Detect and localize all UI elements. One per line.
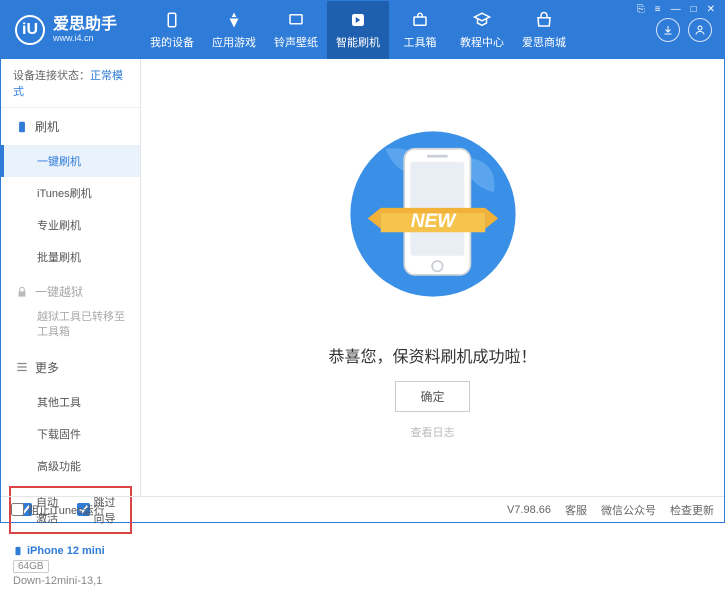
- titlebar: iU 爱思助手 www.i4.cn 我的设备 应用游戏 铃声壁纸 智能刷机 工具…: [1, 1, 724, 59]
- sidebar-item-batch[interactable]: 批量刷机: [1, 241, 140, 273]
- sidebar-item-advanced[interactable]: 高级功能: [1, 450, 140, 482]
- apps-icon: [224, 10, 244, 30]
- phone-icon: [15, 120, 29, 134]
- toolbox-icon: [410, 10, 430, 30]
- nav: 我的设备 应用游戏 铃声壁纸 智能刷机 工具箱 教程中心 爱思商城: [141, 1, 656, 59]
- sidebar-title: 一键越狱: [35, 283, 83, 300]
- nav-label: 我的设备: [150, 34, 194, 50]
- success-illustration: NEW: [333, 99, 533, 329]
- sidebar-title: 更多: [35, 359, 59, 376]
- new-banner-text: NEW: [410, 211, 457, 232]
- sidebar-item-other[interactable]: 其他工具: [1, 386, 140, 418]
- menu-icon[interactable]: ≡: [651, 2, 665, 17]
- tutorial-icon: [472, 10, 492, 30]
- user-button[interactable]: [688, 18, 712, 42]
- nav-toolbox[interactable]: 工具箱: [389, 1, 451, 59]
- maximize-icon[interactable]: □: [687, 2, 701, 17]
- nav-apps[interactable]: 应用游戏: [203, 1, 265, 59]
- nav-store[interactable]: 爱思商城: [513, 1, 575, 59]
- main: NEW 恭喜您，保资料刷机成功啦！ 确定 查看日志: [141, 59, 724, 496]
- minimize-icon[interactable]: —: [667, 2, 685, 17]
- nav-label: 铃声壁纸: [274, 34, 318, 50]
- status-label: 设备连接状态：: [13, 70, 90, 82]
- checkbox-label: 阻止iTunes运行: [28, 502, 105, 518]
- device-info[interactable]: iPhone 12 mini 64GB Down-12mini-13,1: [1, 538, 140, 593]
- version-label: V7.98.66: [507, 504, 551, 516]
- download-button[interactable]: [656, 18, 680, 42]
- store-icon: [534, 10, 554, 30]
- footer: 阻止iTunes运行 V7.98.66 客服 微信公众号 检查更新: [1, 496, 724, 522]
- update-link[interactable]: 检查更新: [670, 502, 714, 518]
- ok-button[interactable]: 确定: [395, 381, 469, 412]
- wechat-link[interactable]: 微信公众号: [601, 502, 656, 518]
- nav-label: 教程中心: [460, 34, 504, 50]
- nav-label: 应用游戏: [212, 34, 256, 50]
- device-firmware: Down-12mini-13,1: [13, 575, 128, 587]
- wallpaper-icon: [286, 10, 306, 30]
- block-itunes-checkbox[interactable]: 阻止iTunes运行: [11, 502, 105, 518]
- view-log-link[interactable]: 查看日志: [411, 424, 455, 440]
- logo: iU 爱思助手 www.i4.cn: [1, 15, 141, 45]
- sidebar-item-itunes[interactable]: iTunes刷机: [1, 177, 140, 209]
- nav-tutorials[interactable]: 教程中心: [451, 1, 513, 59]
- sidebar-item-firmware[interactable]: 下载固件: [1, 418, 140, 450]
- success-message: 恭喜您，保资料刷机成功啦！: [328, 343, 536, 367]
- connection-status: 设备连接状态：正常模式: [1, 59, 140, 108]
- logo-icon: iU: [15, 15, 45, 45]
- flash-icon: [348, 10, 368, 30]
- app-name: 爱思助手: [53, 17, 117, 33]
- sidebar-more-header[interactable]: 更多: [1, 349, 140, 386]
- nav-label: 爱思商城: [522, 34, 566, 50]
- device-capacity: 64GB: [13, 560, 49, 573]
- sidebar: 设备连接状态：正常模式 刷机 一键刷机 iTunes刷机 专业刷机 批量刷机 一…: [1, 59, 141, 496]
- app-url: www.i4.cn: [53, 33, 117, 43]
- sidebar-jailbreak-header: 一键越狱: [1, 273, 140, 310]
- sidebar-title: 刷机: [35, 118, 59, 135]
- phone-icon: [13, 544, 23, 558]
- device-name: iPhone 12 mini: [27, 545, 105, 557]
- sidebar-item-oneclick[interactable]: 一键刷机: [1, 145, 140, 177]
- lock-icon: [15, 285, 29, 299]
- device-icon: [162, 10, 182, 30]
- sidebar-flash-header[interactable]: 刷机: [1, 108, 140, 145]
- menu-icon: [15, 360, 29, 374]
- nav-label: 智能刷机: [336, 34, 380, 50]
- support-link[interactable]: 客服: [565, 502, 587, 518]
- close-icon[interactable]: ✕: [703, 2, 719, 17]
- nav-ringtones[interactable]: 铃声壁纸: [265, 1, 327, 59]
- skin-icon[interactable]: ⎘: [633, 2, 649, 17]
- sidebar-item-pro[interactable]: 专业刷机: [1, 209, 140, 241]
- jailbreak-note: 越狱工具已转移至工具箱: [1, 310, 140, 349]
- nav-my-device[interactable]: 我的设备: [141, 1, 203, 59]
- nav-label: 工具箱: [404, 34, 437, 50]
- nav-flash[interactable]: 智能刷机: [327, 1, 389, 59]
